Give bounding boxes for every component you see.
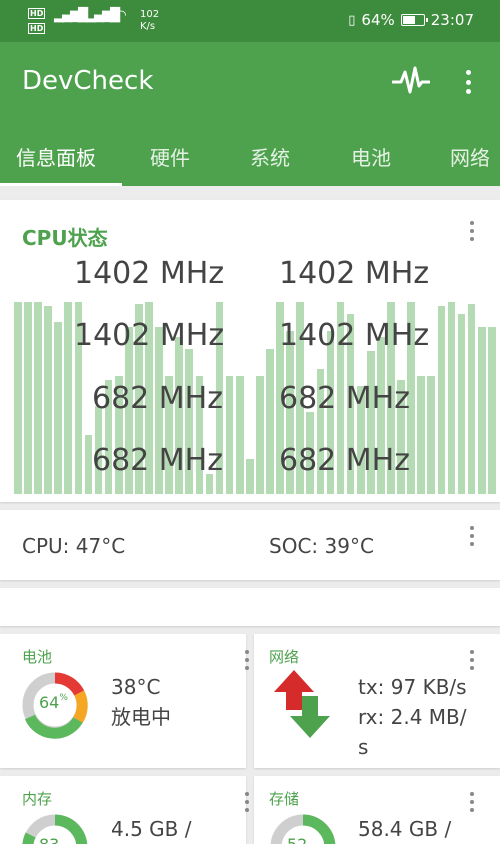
tab-dashboard[interactable]: 信息面板 <box>16 142 96 171</box>
up-down-arrows-icon <box>274 670 330 738</box>
signal-icon: ▂▄▆█ <box>86 8 120 23</box>
cpu-load-bar <box>256 376 264 494</box>
signal-icon: ▂▄▆█ <box>54 8 88 23</box>
cpu-load-bar <box>24 301 32 494</box>
cpu-load-bar <box>225 376 234 494</box>
memory-usage: 4.5 GB / <box>111 817 192 841</box>
core-frequency: 1402 MHz <box>279 318 430 353</box>
cpu-load-bar <box>427 376 436 494</box>
more-options-icon[interactable] <box>469 526 475 546</box>
memory-card[interactable]: 内存 83 4.5 GB / <box>0 776 249 844</box>
hd-icon: HD <box>28 23 46 34</box>
core-frequency: 682 MHz <box>279 381 410 416</box>
cpu-load-bar <box>245 458 254 494</box>
more-options-icon[interactable] <box>469 650 475 670</box>
app-bar: DevCheck 信息面板 硬件 系统 电池 网络 <box>0 42 500 186</box>
cpu-load-bar <box>34 301 42 494</box>
battery-status: 放电中 <box>111 705 171 729</box>
cpu-card-title: CPU状态 <box>22 226 108 250</box>
tab-bar: 信息面板 硬件 系统 电池 网络 <box>0 132 500 186</box>
vibrate-icon: ▯ <box>348 12 356 28</box>
cpu-load-bar <box>235 376 244 494</box>
battery-card[interactable]: 电池 64% 38°C 放电中 <box>0 634 249 768</box>
cpu-load-bar <box>14 301 22 494</box>
percent-unit: % <box>59 693 68 703</box>
battery-percent-value: 64 <box>39 693 60 712</box>
tab-hardware[interactable]: 硬件 <box>150 142 190 171</box>
core-frequency: 1402 MHz <box>74 256 225 291</box>
empty-card <box>0 588 500 626</box>
tab-system[interactable]: 系统 <box>250 142 290 171</box>
net-speed: 102 K/s <box>140 9 159 33</box>
cpu-load-bar <box>64 301 73 494</box>
battery-icon <box>400 14 428 26</box>
cpu-load-bar <box>447 301 456 494</box>
battery-level <box>402 16 415 24</box>
cpu-load-bar <box>477 327 486 494</box>
active-tab-indicator <box>0 183 122 186</box>
memory-gauge-percent: 83 <box>39 835 59 844</box>
temperature-card[interactable]: CPU: 47°C SOC: 39°C <box>0 510 500 580</box>
network-card[interactable]: 网络 tx: 97 KB/s rx: 2.4 MB/ s <box>254 634 500 768</box>
network-rx-unit: s <box>358 735 369 759</box>
clock: 23:07 <box>430 11 474 29</box>
cpu-load-bar <box>44 305 52 494</box>
battery-card-title: 电池 <box>22 648 53 666</box>
wifi-icon: ◠ <box>116 8 126 23</box>
tab-network[interactable]: 网络 <box>450 142 490 171</box>
app-title: DevCheck <box>22 66 154 96</box>
net-speed-unit: K/s <box>140 21 156 32</box>
net-speed-value: 102 <box>140 9 160 20</box>
more-options-icon[interactable] <box>458 68 478 96</box>
memory-card-title: 内存 <box>22 790 53 808</box>
cpu-load-bar <box>437 305 446 494</box>
network-tx: tx: 97 KB/s <box>358 675 467 699</box>
storage-gauge-percent: 52 <box>287 835 307 844</box>
status-right: ▯ 64% 23:07 <box>348 11 474 29</box>
battery-percent: 64% <box>361 11 395 29</box>
pulse-icon[interactable] <box>392 64 430 98</box>
more-options-icon[interactable] <box>469 792 475 812</box>
cpu-load-bar <box>54 321 62 494</box>
more-options-icon[interactable] <box>469 221 475 241</box>
core-frequency: 682 MHz <box>279 443 410 478</box>
core-frequency: 682 MHz <box>92 443 223 478</box>
storage-card[interactable]: 存储 52 58.4 GB / <box>254 776 500 844</box>
cpu-load-bar <box>266 348 274 494</box>
network-rx: rx: 2.4 MB/ <box>358 705 467 729</box>
core-frequency: 1402 MHz <box>279 256 430 291</box>
more-options-icon[interactable] <box>244 792 250 812</box>
cpu-load-bar <box>487 327 496 494</box>
storage-usage: 58.4 GB / <box>358 817 452 841</box>
cpu-status-card[interactable]: CPU状态 1402 MHz 1402 MHz 1402 MHz 1402 MH… <box>0 200 500 502</box>
battery-temperature: 38°C <box>111 675 161 699</box>
more-options-icon[interactable] <box>244 650 250 670</box>
cpu-load-bar <box>457 313 466 494</box>
core-frequency: 682 MHz <box>92 381 223 416</box>
storage-card-title: 存储 <box>269 790 300 808</box>
network-card-title: 网络 <box>269 648 300 666</box>
cpu-load-bar <box>417 376 425 494</box>
cpu-temperature: CPU: 47°C <box>22 534 126 558</box>
hd-icon: HD <box>28 8 46 19</box>
core-frequency: 1402 MHz <box>74 318 225 353</box>
status-bar: HD HD ▂▄▆█ ▂▄▆█ ◠ 102 K/s ▯ 64% 23:07 <box>0 0 500 42</box>
soc-temperature: SOC: 39°C <box>269 534 374 558</box>
cpu-load-bar <box>467 303 476 494</box>
battery-gauge-percent: 64% <box>39 693 68 712</box>
tab-battery[interactable]: 电池 <box>351 142 391 171</box>
